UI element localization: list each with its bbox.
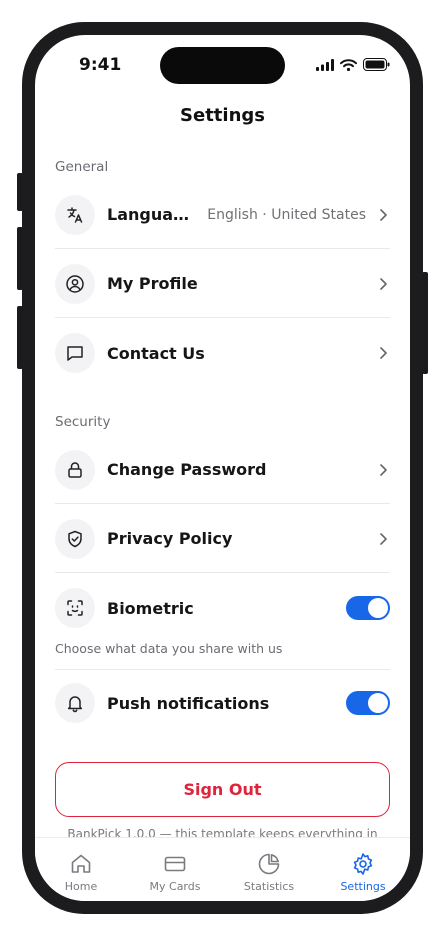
tab-statistics[interactable]: Statistics bbox=[229, 852, 309, 893]
page-title: Settings bbox=[180, 105, 265, 126]
tab-bar: Home My Cards Statistics Settings bbox=[35, 837, 410, 901]
chevron-right-icon bbox=[376, 277, 390, 291]
dynamic-island bbox=[160, 47, 285, 84]
user-circle-icon bbox=[55, 263, 95, 304]
push-notifications-label: Push notifications bbox=[107, 693, 270, 713]
settings-row-push-notifications: Push notifications bbox=[55, 669, 390, 737]
chevron-right-icon bbox=[376, 463, 390, 477]
pie-chart-icon bbox=[258, 853, 280, 875]
sign-out-button[interactable]: Sign Out bbox=[55, 762, 390, 817]
gear-icon bbox=[353, 853, 373, 875]
settings-row-password[interactable]: Change Password bbox=[55, 436, 390, 504]
tab-label-my-cards: My Cards bbox=[149, 880, 201, 893]
message-square-icon bbox=[55, 333, 95, 373]
settings-row-profile[interactable]: My Profile bbox=[55, 250, 390, 318]
privacy-label: Privacy Policy bbox=[107, 529, 233, 548]
settings-row-contact[interactable]: Contact Us bbox=[55, 319, 390, 387]
status-icons bbox=[316, 58, 390, 71]
language-value: English · United States bbox=[207, 206, 366, 223]
face-scan-icon bbox=[55, 588, 95, 628]
tab-settings[interactable]: Settings bbox=[323, 852, 403, 893]
biometric-label: Biometric bbox=[107, 598, 194, 618]
tab-my-cards[interactable]: My Cards bbox=[135, 852, 215, 893]
translate-icon bbox=[55, 194, 95, 235]
chevron-right-icon bbox=[376, 346, 390, 360]
home-icon bbox=[71, 854, 91, 873]
tab-label-home: Home bbox=[64, 880, 98, 893]
screen: 9:41 Settings General Langua… English · … bbox=[35, 35, 410, 901]
section-label-general: General bbox=[55, 159, 109, 175]
push-notifications-toggle[interactable] bbox=[346, 691, 390, 715]
tab-label-settings: Settings bbox=[340, 880, 386, 893]
toggle-knob bbox=[368, 693, 388, 713]
contact-label: Contact Us bbox=[107, 343, 205, 363]
section-label-security: Security bbox=[55, 414, 111, 430]
status-time: 9:41 bbox=[79, 55, 122, 75]
password-label: Change Password bbox=[107, 460, 267, 479]
settings-row-privacy[interactable]: Privacy Policy bbox=[55, 505, 390, 573]
tab-label-statistics: Statistics bbox=[243, 880, 295, 893]
lock-icon bbox=[55, 449, 95, 490]
chevron-right-icon bbox=[376, 208, 390, 222]
settings-row-language[interactable]: Langua… English · United States bbox=[55, 181, 390, 249]
cellular-signal-icon bbox=[316, 58, 334, 71]
battery-icon bbox=[363, 58, 390, 71]
toggle-knob bbox=[368, 598, 388, 618]
settings-row-biometric: Biometric bbox=[55, 574, 390, 642]
tab-home[interactable]: Home bbox=[41, 852, 121, 893]
shield-check-icon bbox=[55, 518, 95, 559]
chevron-right-icon bbox=[376, 532, 390, 546]
biometric-helper-text: Choose what data you share with us bbox=[55, 641, 283, 656]
biometric-toggle[interactable] bbox=[346, 596, 390, 620]
profile-label: My Profile bbox=[107, 274, 198, 293]
card-icon bbox=[164, 856, 186, 872]
phone-frame: 9:41 Settings General Langua… English · … bbox=[22, 22, 423, 914]
bell-icon bbox=[55, 683, 95, 723]
wifi-icon bbox=[340, 58, 357, 71]
language-label: Langua… bbox=[107, 205, 190, 224]
